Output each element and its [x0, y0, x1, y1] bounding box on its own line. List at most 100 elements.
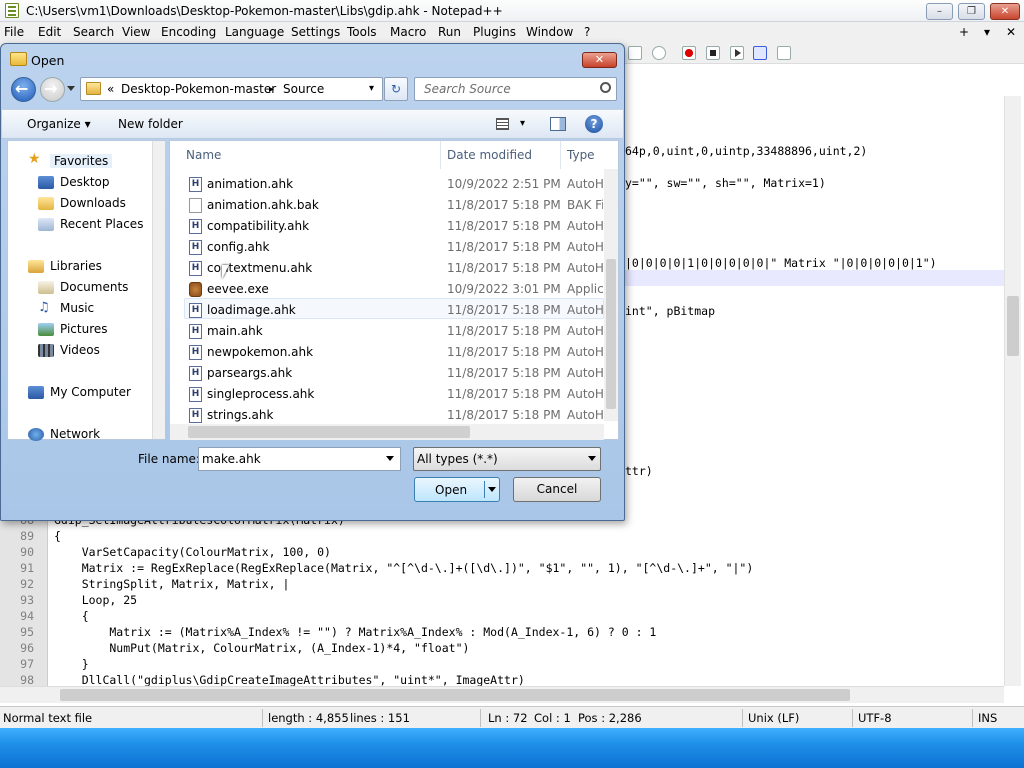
file-row[interactable]: Heevee.exe 10/9/2022 3:01 PM Applic	[184, 279, 604, 300]
nav-favorites[interactable]: Favorites	[50, 154, 113, 168]
file-row[interactable]: Hanimation.ahk 10/9/2022 2:51 PM AutoH	[184, 174, 604, 195]
tab-list-icon[interactable]: ▾	[984, 25, 990, 39]
nav-network[interactable]: Network	[50, 427, 100, 441]
menu-run[interactable]: Run	[438, 25, 461, 39]
nav-libraries[interactable]: Libraries	[50, 259, 102, 273]
file-row[interactable]: Hloadimage.ahk 11/8/2017 5:18 PM AutoH	[184, 300, 604, 321]
forward-arrow-icon[interactable]	[40, 77, 65, 102]
file-type-dropdown-icon[interactable]	[588, 456, 596, 461]
file-date: 11/8/2017 5:18 PM	[447, 387, 561, 401]
length-status: length : 4,855	[268, 711, 349, 725]
file-list-vertical-scrollbar[interactable]	[604, 169, 618, 421]
column-header-name[interactable]: Name	[186, 148, 221, 162]
recent-locations-chevron-icon[interactable]	[67, 86, 75, 91]
view-options-icon[interactable]	[496, 118, 509, 130]
refresh-icon[interactable]: ↻	[384, 77, 408, 101]
nav-music[interactable]: Music	[60, 301, 94, 315]
add-tab-icon[interactable]: +	[959, 25, 969, 39]
save-macro-icon[interactable]	[777, 46, 791, 60]
menu-edit[interactable]: Edit	[38, 25, 61, 39]
file-date: 11/8/2017 5:18 PM	[447, 261, 561, 275]
scrollbar-thumb[interactable]	[60, 689, 850, 701]
menu-settings[interactable]: Settings	[291, 25, 340, 39]
close-window-button[interactable]: ✕	[990, 3, 1020, 20]
back-arrow-icon[interactable]	[11, 77, 36, 102]
scrollbar-thumb[interactable]	[1007, 296, 1019, 356]
file-name-dropdown-icon[interactable]	[386, 456, 394, 461]
file-type: AutoH	[567, 345, 603, 359]
file-row[interactable]: Hsingleprocess.ahk 11/8/2017 5:18 PM AutoH	[184, 384, 604, 405]
line-number: 95	[20, 625, 34, 639]
new-folder-button[interactable]: New folder	[118, 117, 183, 131]
scrollbar-thumb[interactable]	[188, 426, 470, 438]
menu-plugins[interactable]: Plugins	[473, 25, 516, 39]
open-options-chevron-icon[interactable]	[488, 487, 496, 492]
search-input[interactable]: Search Source	[414, 77, 617, 101]
code-fragment: |0|0|0|0|1|0|0|0|0|0|" Matrix "|0|0|0|0|…	[625, 256, 937, 270]
file-list-horizontal-scrollbar[interactable]	[170, 424, 604, 440]
run-macro-multiple-icon[interactable]	[753, 46, 767, 60]
navigation-scrollbar[interactable]	[152, 141, 165, 439]
menu-window[interactable]: Window	[526, 25, 573, 39]
menu-file[interactable]: File	[4, 25, 24, 39]
editor-horizontal-scrollbar[interactable]	[0, 686, 1004, 703]
editor-vertical-scrollbar[interactable]	[1004, 96, 1021, 686]
preview-pane-icon[interactable]	[550, 117, 566, 131]
nav-documents[interactable]: Documents	[60, 280, 128, 294]
menu-tools[interactable]: Tools	[347, 25, 377, 39]
file-row[interactable]: Hcompatibility.ahk 11/8/2017 5:18 PM AutoH	[184, 216, 604, 237]
scrollbar-thumb[interactable]	[606, 259, 616, 409]
column-divider[interactable]	[560, 141, 561, 169]
play-macro-icon[interactable]	[730, 46, 744, 60]
menu-language[interactable]: Language	[225, 25, 284, 39]
file-row[interactable]: Hconfig.ahk 11/8/2017 5:18 PM AutoH	[184, 237, 604, 258]
dialog-close-button[interactable]: ✕	[582, 52, 617, 68]
address-dropdown-icon[interactable]: ▾	[369, 83, 374, 94]
file-name-input[interactable]: make.ahk	[198, 447, 401, 471]
file-type-select[interactable]: All types (*.*)	[413, 447, 601, 471]
breadcrumb-separator-icon[interactable]: ▸	[269, 84, 274, 95]
file-row[interactable]: Hmain.ahk 11/8/2017 5:18 PM AutoH	[184, 321, 604, 342]
column-divider[interactable]	[440, 141, 441, 169]
line-number: 91	[20, 561, 34, 575]
breadcrumb-item[interactable]: Source	[283, 82, 324, 96]
close-tab-icon[interactable]: ✕	[1006, 25, 1016, 39]
code-fragment: ttr)	[625, 464, 653, 478]
eol-status: Unix (LF)	[748, 711, 800, 725]
nav-pictures[interactable]: Pictures	[60, 322, 108, 336]
menu-macro[interactable]: Macro	[390, 25, 426, 39]
minimize-button[interactable]: –	[926, 3, 953, 20]
stop-macro-icon[interactable]	[706, 46, 720, 60]
menu-view[interactable]: View	[122, 25, 150, 39]
help-icon[interactable]: ?	[585, 115, 603, 133]
file-date: 11/8/2017 5:18 PM	[447, 324, 561, 338]
search-icon[interactable]	[600, 82, 611, 93]
file-row[interactable]: Hanimation.ahk.bak 11/8/2017 5:18 PM BAK F…	[184, 195, 604, 216]
nav-desktop[interactable]: Desktop	[60, 175, 110, 189]
nav-my-computer[interactable]: My Computer	[50, 385, 131, 399]
file-row[interactable]: Hstrings.ahk 11/8/2017 5:18 PM AutoH	[184, 405, 604, 426]
breadcrumb-item[interactable]: Desktop-Pokemon-master	[121, 82, 276, 96]
eye-icon[interactable]	[652, 46, 666, 60]
nav-videos[interactable]: Videos	[60, 343, 100, 357]
address-bar[interactable]: « Desktop-Pokemon-master ▸ Source ▾	[80, 77, 383, 101]
menu-help[interactable]: ?	[584, 25, 590, 39]
record-macro-icon[interactable]	[682, 46, 696, 60]
file-row[interactable]: Hparseargs.ahk 11/8/2017 5:18 PM AutoH	[184, 363, 604, 384]
file-row[interactable]: Hnewpokemon.ahk 11/8/2017 5:18 PM AutoH	[184, 342, 604, 363]
column-header-type[interactable]: Type	[567, 148, 595, 162]
view-dropdown-icon[interactable]: ▾	[520, 118, 525, 129]
organize-button[interactable]: Organize ▾	[27, 117, 91, 131]
insert-mode-status: INS	[978, 711, 998, 725]
menu-encoding[interactable]: Encoding	[161, 25, 216, 39]
nav-recent-places[interactable]: Recent Places	[60, 217, 143, 231]
open-button[interactable]: Open	[414, 477, 500, 502]
folder-icon[interactable]	[628, 46, 642, 60]
breadcrumb-overflow[interactable]: «	[107, 82, 114, 96]
nav-downloads[interactable]: Downloads	[60, 196, 126, 210]
column-header-date-modified[interactable]: Date modified	[447, 148, 532, 162]
maximize-button[interactable]: ❐	[958, 3, 985, 20]
menu-search[interactable]: Search	[73, 25, 114, 39]
file-row[interactable]: Hcontextmenu.ahk 11/8/2017 5:18 PM AutoH	[184, 258, 604, 279]
cancel-button[interactable]: Cancel	[513, 477, 601, 502]
